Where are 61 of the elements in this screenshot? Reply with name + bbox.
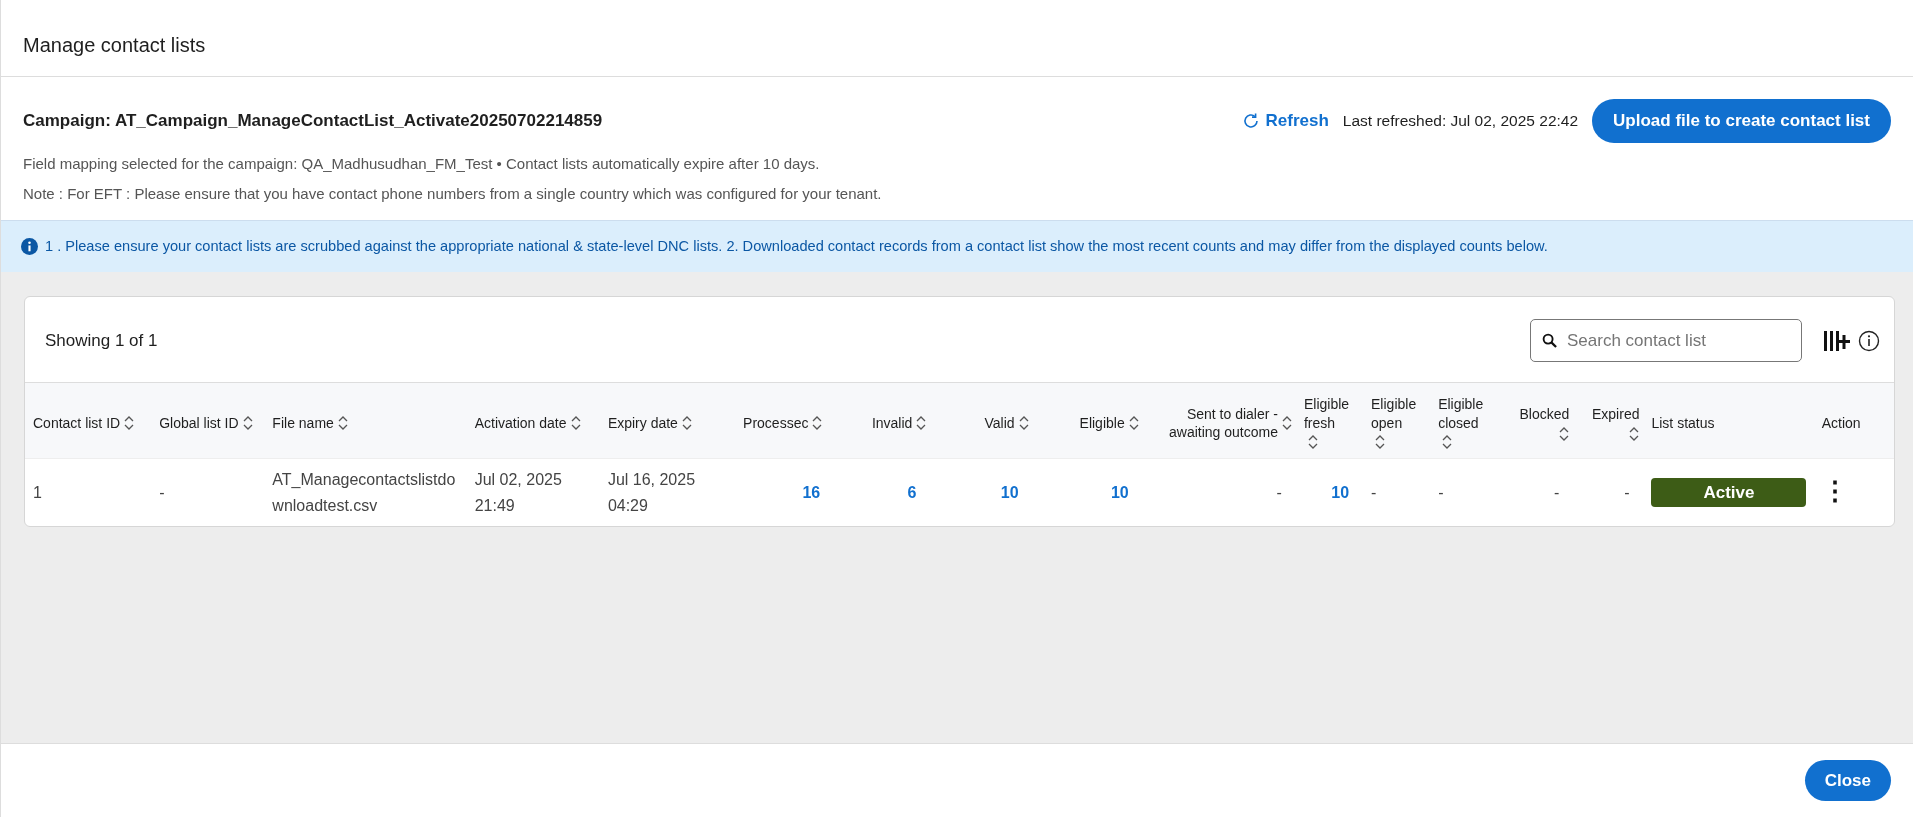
count-link[interactable]: 10 — [1000, 479, 1019, 506]
sort-icon[interactable] — [812, 415, 823, 432]
add-column-icon[interactable] — [1823, 328, 1851, 353]
count-link[interactable]: 10 — [1331, 479, 1350, 506]
column-header[interactable]: Contact list ID — [33, 414, 121, 433]
column-header[interactable]: Activation date — [474, 414, 567, 433]
sort-icon[interactable] — [1442, 434, 1453, 451]
column-header[interactable]: Blocked — [1519, 405, 1570, 424]
column-header[interactable]: Valid — [984, 414, 1015, 433]
column-header[interactable]: Expiry date — [607, 414, 678, 433]
count-link[interactable]: 10 — [1110, 479, 1129, 506]
table-cell: - — [159, 483, 165, 501]
sort-icon[interactable] — [1375, 434, 1386, 451]
column-header[interactable]: Invalid — [871, 414, 913, 433]
showing-count: Showing 1 of 1 — [45, 330, 159, 353]
table-cell: Jul 02, 2025 21:49 — [474, 471, 562, 514]
refresh-icon — [1242, 111, 1261, 130]
sort-icon[interactable] — [242, 415, 253, 432]
column-header[interactable]: Expired — [1592, 405, 1640, 424]
search-field[interactable]: Search contact list — [1530, 319, 1802, 363]
sort-icon[interactable] — [1559, 425, 1570, 442]
table-cell: Jul 16, 2025 04:29 — [607, 471, 696, 514]
sort-icon[interactable] — [681, 415, 692, 432]
table-cell: 1 — [33, 483, 42, 501]
status-badge: Active — [1651, 478, 1807, 508]
column-header[interactable]: File name — [272, 414, 334, 433]
column-header[interactable]: Eligible — [1079, 414, 1125, 433]
close-button[interactable]: Close — [1804, 759, 1891, 802]
more-menu-button[interactable]: ⋮ — [1821, 477, 1848, 504]
column-header: Action — [1821, 414, 1861, 433]
table-cell: AT_Managecontactslistdownloadtest.csv — [272, 471, 456, 514]
sort-icon[interactable] — [1281, 414, 1292, 431]
dialog-title: Manage contact lists — [23, 34, 206, 56]
column-header[interactable]: Processec — [743, 414, 809, 433]
sort-icon[interactable] — [1018, 415, 1029, 432]
sort-icon[interactable] — [916, 415, 927, 432]
count-link[interactable]: 6 — [907, 479, 917, 506]
campaign-title: Campaign: AT_Campaign_ManageContactList_Activate20250702214859 — [23, 110, 604, 132]
table-cell: - — [1554, 483, 1560, 501]
upload-button[interactable]: Upload file to create contact list — [1592, 99, 1891, 143]
sort-icon[interactable] — [1629, 425, 1640, 442]
column-header[interactable]: Global list ID — [159, 414, 239, 433]
search-icon — [1542, 333, 1557, 349]
sort-icon[interactable] — [1307, 434, 1318, 451]
table-cell: - — [1438, 483, 1444, 501]
note-text: Note : For EFT : Please ensure that you have contact phone numbers from a single country which was configured for your tenant. — [23, 184, 883, 204]
refresh-button[interactable]: Refresh — [1242, 108, 1329, 134]
table-cell: - — [1371, 483, 1377, 501]
last-refreshed-text: Last refreshed: Jul 02, 2025 22:42 — [1342, 111, 1579, 132]
table-cell: - — [1276, 483, 1282, 501]
column-header: List status — [1651, 414, 1715, 433]
table-cell: - — [1624, 483, 1630, 501]
sort-icon[interactable] — [1128, 415, 1139, 432]
info-banner-text: 1 . Please ensure your contact lists are scrubbed against the appropriate national & state-level DNC lists. 2. Downloaded contact records from a contact list show the most recent counts and may differ from the displayed counts below. — [45, 236, 1548, 256]
field-mapping-text: Field mapping selected for the campaign: QA_Madhusudhan_FM_Test • Contact lists automatically expire after 10 days. — [23, 153, 821, 174]
sort-icon[interactable] — [337, 415, 348, 432]
count-link[interactable]: 16 — [802, 479, 821, 506]
sort-icon[interactable] — [570, 415, 581, 432]
sort-icon[interactable] — [124, 415, 135, 432]
info-icon — [21, 237, 38, 255]
info-icon[interactable] — [1858, 329, 1880, 352]
